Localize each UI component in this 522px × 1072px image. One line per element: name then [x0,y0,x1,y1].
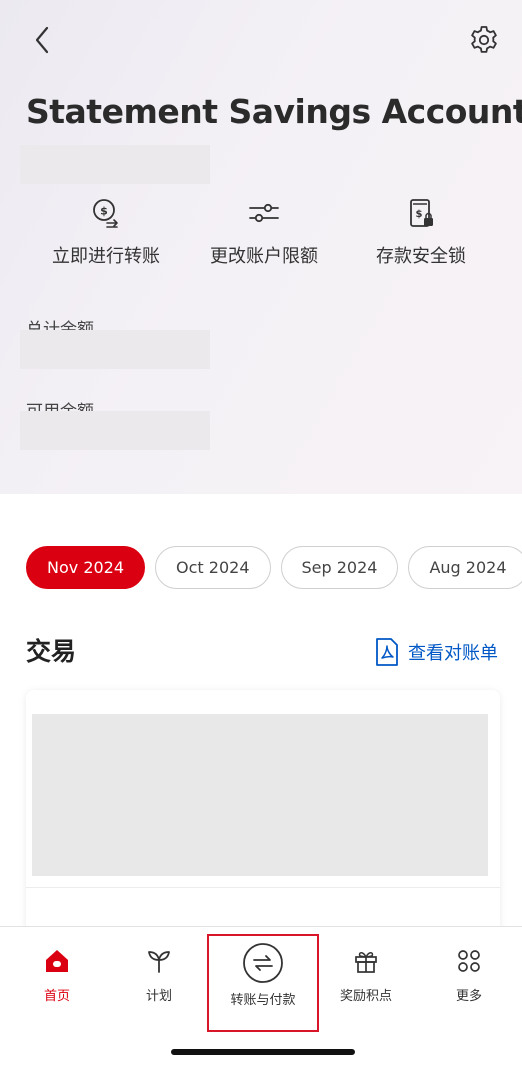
divider [26,887,500,888]
month-selector: Nov 2024 Oct 2024 Sep 2024 Aug 2024 [26,546,522,590]
home-icon [46,950,68,972]
change-limit-label: 更改账户限额 [210,246,318,267]
total-balance-placeholder [20,330,210,369]
tab-plans-label: 计划 [145,989,172,1004]
view-statement-link[interactable]: 查看对账单 [374,636,498,668]
tab-home-label: 首页 [43,989,70,1004]
month-chip[interactable]: Aug 2024 [408,546,522,589]
tab-home[interactable]: 首页 [7,947,107,1004]
deposit-lock-label: 存款安全锁 [376,246,466,267]
gift-icon [355,952,377,973]
deposit-lock-button[interactable]: $ 存款安全锁 [336,196,506,268]
page-title: Statement Savings Account [26,92,522,131]
chevron-left-icon[interactable] [28,24,56,56]
available-balance-placeholder [20,411,210,450]
gear-icon[interactable] [468,24,500,56]
transaction-placeholder [32,714,488,876]
tab-more[interactable]: 更多 [419,947,519,1004]
view-statement-label: 查看对账单 [408,643,498,664]
transfer-money-icon: $ [93,199,123,230]
home-indicator [171,1049,355,1055]
transactions-title: 交易 [26,637,77,666]
svg-text:$: $ [100,205,108,218]
grid-dots-icon [458,950,480,972]
transfer-now-button[interactable]: $ 立即进行转账 [21,196,191,268]
tab-rewards[interactable]: 奖励积点 [316,947,416,1004]
tab-rewards-label: 奖励积点 [339,989,392,1004]
deposit-lock-icon: $ [410,199,433,227]
sliders-icon [249,203,279,223]
highlight-box [207,934,319,1032]
transaction-card [26,690,500,950]
account-number-placeholder [20,145,210,184]
tab-plans[interactable]: 计划 [109,947,209,1004]
month-chip[interactable]: Nov 2024 [26,546,146,589]
svg-text:$: $ [416,209,423,220]
tab-more-label: 更多 [455,989,482,1004]
transfer-now-label: 立即进行转账 [52,246,160,267]
change-limit-button[interactable]: 更改账户限额 [179,196,349,268]
pdf-icon [376,638,398,666]
month-chip[interactable]: Sep 2024 [280,546,399,589]
sprout-icon [148,951,170,973]
month-chip[interactable]: Oct 2024 [155,546,271,589]
